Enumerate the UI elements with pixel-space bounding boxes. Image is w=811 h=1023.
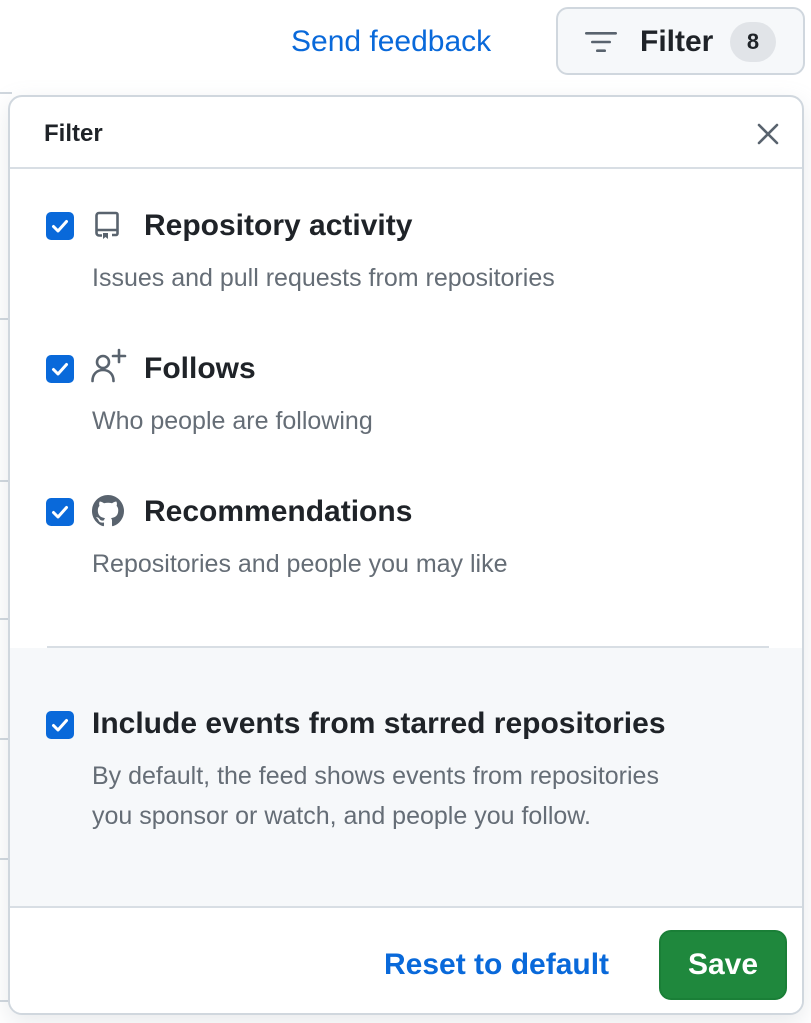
send-feedback-link[interactable]: Send feedback <box>291 22 491 62</box>
filter-count-badge: 8 <box>730 22 776 62</box>
checkmark-icon <box>52 220 68 233</box>
include-starred-description-line2: you sponsor or watch, and people you fol… <box>92 802 591 830</box>
filter-button[interactable]: Filter 8 <box>556 7 805 75</box>
panel-footer: Reset to default Save <box>10 906 802 1013</box>
reset-to-default-button[interactable]: Reset to default <box>384 945 609 985</box>
starred-repositories-section: Include events from starred repositories… <box>10 648 802 908</box>
checkmark-icon <box>52 363 68 376</box>
github-mark-icon <box>92 495 124 527</box>
include-starred-description-line1: By default, the feed shows events from r… <box>92 762 659 790</box>
repo-icon <box>95 211 119 239</box>
filter-button-label: Filter <box>640 25 714 58</box>
person-add-icon <box>91 348 127 383</box>
follows-description: Who people are following <box>92 407 373 435</box>
option-repository-activity: Repository activity Issues and pull requ… <box>10 197 802 307</box>
repository-activity-description: Issues and pull requests from repositori… <box>92 264 555 292</box>
recommendations-description: Repositories and people you may like <box>92 550 508 578</box>
panel-title: Filter <box>44 120 103 147</box>
repository-activity-checkbox[interactable] <box>46 212 74 240</box>
include-starred-label: Include events from starred repositories <box>92 707 666 740</box>
save-button[interactable]: Save <box>659 930 787 1000</box>
checkmark-icon <box>52 719 68 732</box>
option-recommendations: Recommendations Repositories and people … <box>10 483 802 593</box>
option-follows: Follows Who people are following <box>10 340 802 450</box>
bg-divider <box>0 92 12 94</box>
checkmark-icon <box>52 506 68 519</box>
recommendations-checkbox[interactable] <box>46 498 74 526</box>
filter-panel: Filter Repository activity Issues and pu… <box>8 95 804 1015</box>
top-bar: Send feedback Filter 8 <box>0 0 811 92</box>
close-icon[interactable] <box>755 121 781 147</box>
recommendations-label: Recommendations <box>144 495 413 528</box>
repository-activity-label: Repository activity <box>144 209 413 242</box>
filter-icon <box>585 32 617 52</box>
follows-label: Follows <box>144 352 256 385</box>
include-starred-checkbox[interactable] <box>46 711 74 739</box>
follows-checkbox[interactable] <box>46 355 74 383</box>
panel-header: Filter <box>10 97 802 169</box>
